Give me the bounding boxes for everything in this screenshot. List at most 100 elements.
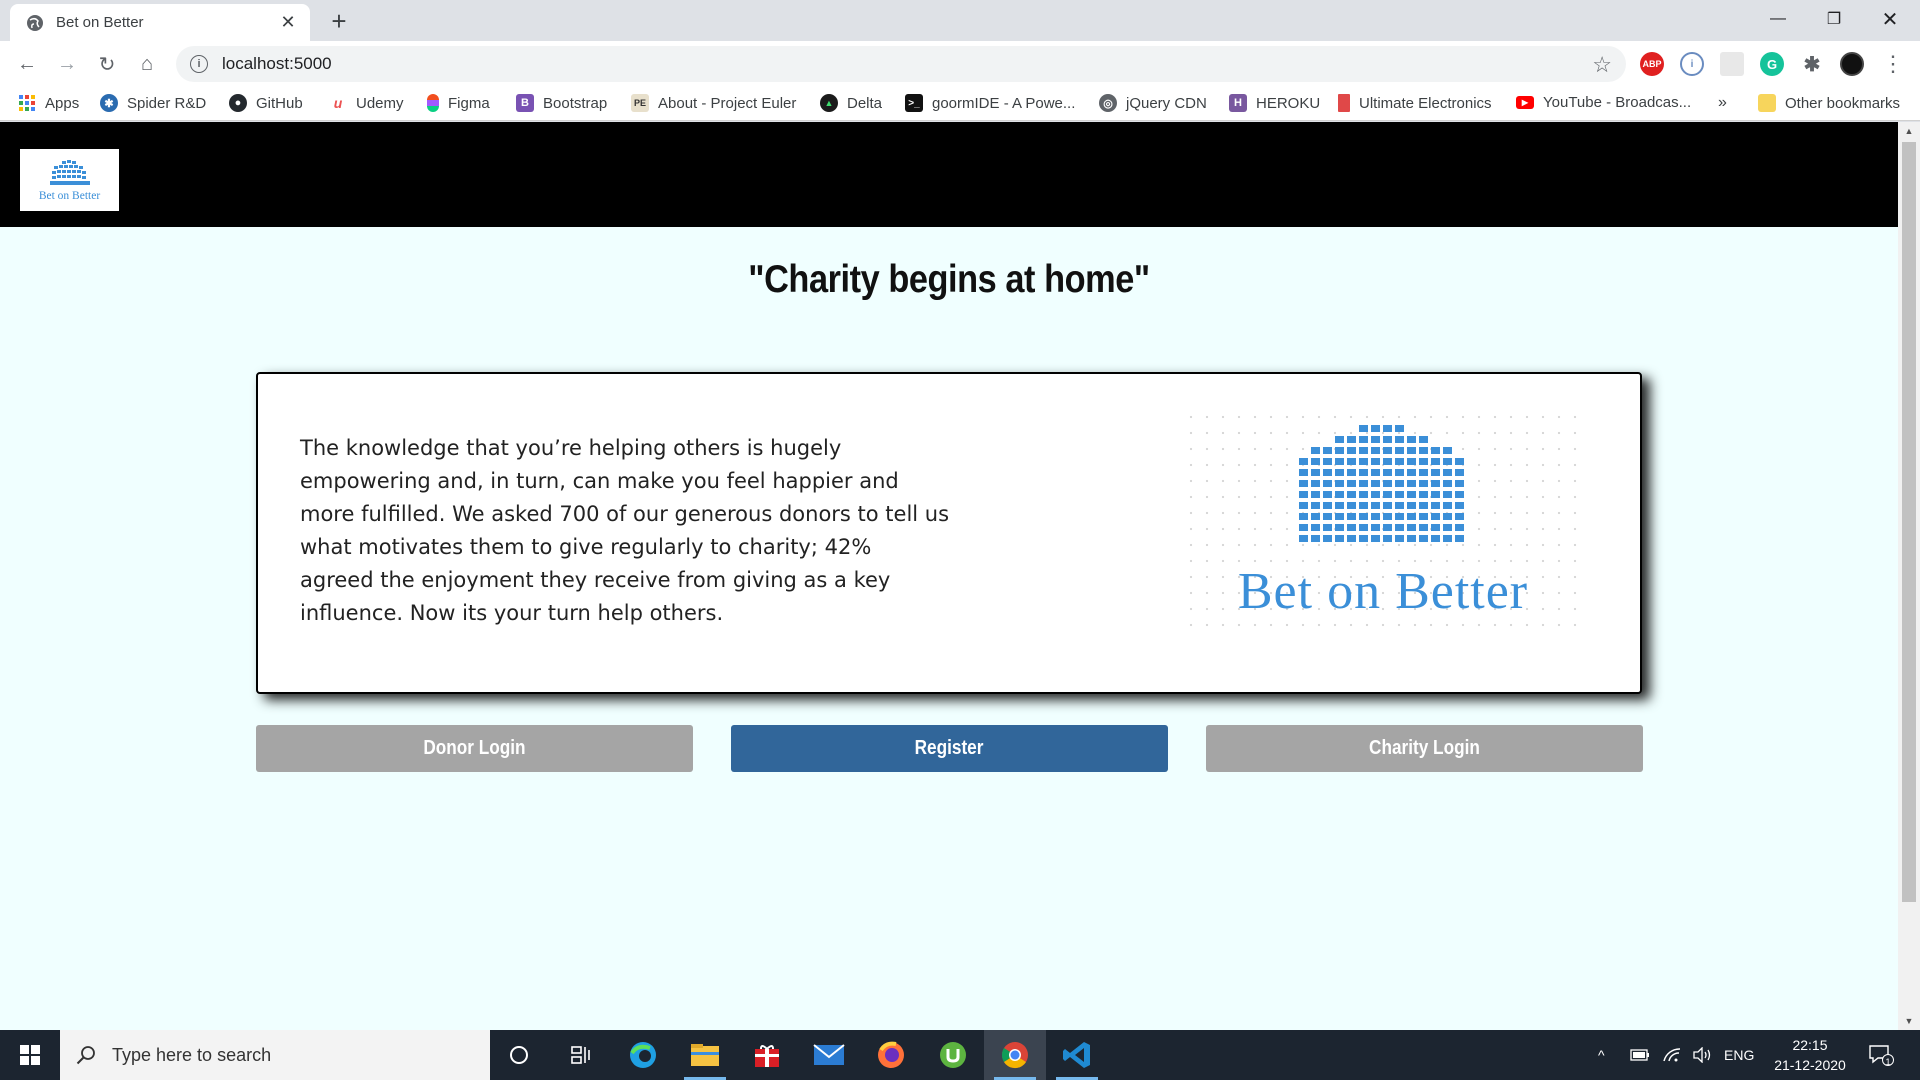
home-icon[interactable]: ⌂ bbox=[132, 49, 162, 79]
bookmark-youtube[interactable]: ▶ YouTube - Broadcas... bbox=[1516, 94, 1691, 111]
bookmark-bootstrap[interactable]: B Bootstrap bbox=[516, 94, 607, 112]
bookmark-label: GitHub bbox=[256, 94, 303, 112]
building-window bbox=[1371, 524, 1380, 531]
page-scrollbar[interactable]: ▲ ▼ bbox=[1898, 122, 1920, 1030]
building-window bbox=[1407, 535, 1416, 542]
bookmark-project-euler[interactable]: PE About - Project Euler bbox=[631, 94, 796, 112]
building-window bbox=[1323, 535, 1332, 542]
building-window bbox=[1383, 436, 1392, 443]
building-window bbox=[1371, 458, 1380, 465]
building-window bbox=[1443, 480, 1452, 487]
mail-icon[interactable] bbox=[798, 1030, 860, 1080]
building-window bbox=[1431, 535, 1440, 542]
bookmark-spider[interactable]: ✱ Spider R&D bbox=[100, 94, 206, 112]
building-window bbox=[1347, 458, 1356, 465]
building-window bbox=[1347, 524, 1356, 531]
building-window bbox=[1443, 447, 1452, 454]
bookmark-label: HEROKU bbox=[1256, 94, 1321, 112]
windows-start-button[interactable] bbox=[0, 1030, 60, 1080]
address-bar[interactable]: i localhost:5000 ☆ bbox=[176, 46, 1626, 82]
notification-center[interactable]: 1 bbox=[1868, 1030, 1894, 1080]
building-window bbox=[1371, 425, 1380, 432]
bookmark-label: Spider R&D bbox=[127, 94, 207, 112]
language-indicator[interactable]: ENG bbox=[1724, 1030, 1754, 1080]
building-window bbox=[1371, 436, 1380, 443]
extensions-puzzle-icon[interactable]: ✱ bbox=[1800, 52, 1824, 76]
building-window bbox=[1311, 524, 1320, 531]
intro-card: The knowledge that you’re helping others… bbox=[256, 372, 1642, 694]
bookmark-star-icon[interactable]: ☆ bbox=[1592, 52, 1612, 78]
utorrent-icon[interactable] bbox=[922, 1030, 984, 1080]
cortana-icon[interactable] bbox=[488, 1030, 550, 1080]
adblock-extension-icon[interactable]: ABP bbox=[1640, 52, 1664, 76]
building-window bbox=[1395, 491, 1404, 498]
forward-arrow-icon[interactable]: → bbox=[52, 49, 82, 79]
extension-icon[interactable]: i bbox=[1680, 52, 1704, 76]
new-tab-button[interactable]: + bbox=[324, 6, 354, 36]
minimize-button[interactable]: — bbox=[1750, 0, 1806, 38]
bookmarks-overflow-button[interactable]: » bbox=[1718, 94, 1727, 112]
close-window-button[interactable]: ✕ bbox=[1862, 0, 1918, 38]
building-window bbox=[1383, 480, 1392, 487]
wifi-icon[interactable] bbox=[1662, 1030, 1682, 1080]
building-window bbox=[1455, 535, 1464, 542]
bookmark-udemy[interactable]: u Udemy bbox=[329, 94, 404, 112]
battery-icon[interactable] bbox=[1630, 1030, 1650, 1080]
apps-grid-icon bbox=[18, 94, 36, 112]
bookmarks-bar: Apps ✱ Spider R&D ● GitHub u Udemy Figma… bbox=[0, 87, 1920, 121]
building-window bbox=[1383, 458, 1392, 465]
clock-time: 22:15 bbox=[1792, 1037, 1828, 1053]
bookmark-figma[interactable]: Figma bbox=[427, 94, 490, 112]
building-window bbox=[1359, 491, 1368, 498]
bookmark-ultimate-electronics[interactable]: Ultimate Electronics bbox=[1338, 94, 1492, 112]
scrollbar-thumb[interactable] bbox=[1902, 142, 1916, 902]
building-window bbox=[1323, 458, 1332, 465]
building-window bbox=[1407, 502, 1416, 509]
extension-icon[interactable] bbox=[1720, 52, 1744, 76]
vscode-icon[interactable] bbox=[1046, 1030, 1108, 1080]
windows-logo-icon bbox=[20, 1045, 40, 1065]
bookmark-label: About - Project Euler bbox=[658, 94, 797, 112]
scroll-up-arrow[interactable]: ▲ bbox=[1898, 122, 1920, 140]
volume-icon[interactable] bbox=[1692, 1030, 1714, 1080]
bookmark-jquery-cdn[interactable]: ◎ jQuery CDN bbox=[1099, 94, 1207, 112]
grammarly-icon[interactable]: G bbox=[1760, 52, 1784, 76]
reload-icon[interactable]: ↻ bbox=[92, 49, 122, 79]
gift-app-icon[interactable] bbox=[736, 1030, 798, 1080]
bookmark-goormide[interactable]: >_ goormIDE - A Powe... bbox=[905, 94, 1075, 112]
bookmark-apps[interactable]: Apps bbox=[18, 94, 79, 112]
info-icon[interactable]: i bbox=[190, 55, 208, 73]
bookmark-heroku[interactable]: H HEROKU bbox=[1229, 94, 1320, 112]
building-window bbox=[1443, 491, 1452, 498]
task-view-icon[interactable] bbox=[550, 1030, 612, 1080]
browser-menu-icon[interactable]: ⋮ bbox=[1878, 49, 1908, 79]
charity-login-button[interactable]: Charity Login bbox=[1206, 725, 1643, 772]
building-window bbox=[1383, 491, 1392, 498]
show-hidden-icons[interactable]: ^ bbox=[1598, 1030, 1605, 1080]
building-logo-icon bbox=[49, 159, 90, 185]
bookmark-github[interactable]: ● GitHub bbox=[229, 94, 303, 112]
building-window bbox=[1311, 469, 1320, 476]
scroll-down-arrow[interactable]: ▼ bbox=[1898, 1012, 1920, 1030]
browser-tab[interactable]: Bet on Better ✕ bbox=[10, 4, 310, 41]
firefox-icon[interactable] bbox=[860, 1030, 922, 1080]
close-tab-icon[interactable]: ✕ bbox=[278, 12, 298, 33]
donor-login-button[interactable]: Donor Login bbox=[256, 725, 693, 772]
bookmark-delta[interactable]: ▲ Delta bbox=[820, 94, 882, 112]
maximize-button[interactable]: ❐ bbox=[1806, 0, 1862, 38]
chrome-icon[interactable] bbox=[984, 1030, 1046, 1080]
site-logo[interactable]: Bet on Better bbox=[20, 149, 119, 211]
building-window bbox=[1335, 513, 1344, 520]
back-arrow-icon[interactable]: ← bbox=[12, 49, 42, 79]
register-button[interactable]: Register bbox=[731, 725, 1168, 772]
building-window bbox=[1323, 491, 1332, 498]
building-window bbox=[1419, 447, 1428, 454]
clock[interactable]: 22:15 21-12-2020 bbox=[1760, 1035, 1860, 1075]
taskbar-search[interactable]: Type here to search bbox=[60, 1030, 490, 1080]
edge-browser-icon[interactable] bbox=[612, 1030, 674, 1080]
other-bookmarks[interactable]: Other bookmarks bbox=[1758, 94, 1900, 112]
file-explorer-icon[interactable] bbox=[674, 1030, 736, 1080]
profile-avatar[interactable] bbox=[1840, 52, 1864, 76]
building-window bbox=[1455, 513, 1464, 520]
building-window bbox=[1311, 480, 1320, 487]
